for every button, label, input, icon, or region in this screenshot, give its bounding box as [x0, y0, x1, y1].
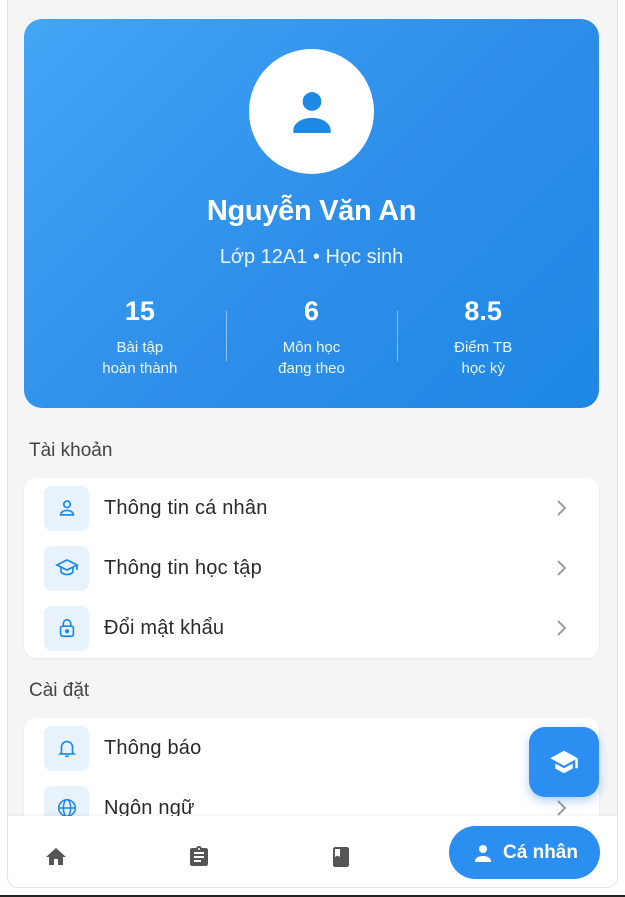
user-class-role: Lớp 12A1 • Học sinh: [219, 246, 404, 268]
menu-item-label: Thông tin cá nhân: [104, 496, 268, 519]
account-menu: Thông tin cá nhân Thông tin học tập Đổi …: [24, 478, 599, 658]
nav-library-button[interactable]: [325, 841, 357, 873]
school-icon: [550, 750, 578, 774]
menu-item-label: Thông báo: [104, 736, 202, 759]
stats-row: 15 Bài tập hoàn thành 6 Môn học đang the…: [54, 295, 569, 379]
menu-item-personal-info[interactable]: Thông tin cá nhân: [24, 478, 599, 538]
settings-menu: Thông báo Ngôn ngữ: [24, 718, 599, 817]
profile-header-card: Nguyễn Văn An Lớp 12A1 • Học sinh 15 Bài…: [24, 19, 599, 408]
user-name: Nguyễn Văn An: [206, 195, 417, 227]
stat-label: Môn học đang theo: [278, 339, 345, 377]
globe-icon: [44, 785, 89, 817]
lock-icon: [44, 605, 89, 651]
menu-item-study-info[interactable]: Thông tin học tập: [24, 538, 599, 598]
school-outline-icon: [44, 545, 89, 591]
menu-item-language[interactable]: Ngôn ngữ: [24, 778, 599, 817]
avatar[interactable]: [249, 49, 374, 174]
section-title-settings: Cài đặt: [29, 680, 90, 701]
school-fab-button[interactable]: [529, 727, 599, 797]
stat-label: Bài tập hoàn thành: [102, 339, 178, 377]
chevron-right-icon: [557, 800, 567, 816]
section-title-account: Tài khoản: [29, 440, 113, 461]
menu-item-label: Thông tin học tập: [104, 556, 262, 579]
stat-subjects: 6 Môn học đang theo: [225, 295, 398, 379]
bottom-navigation: Cá nhân: [8, 816, 617, 887]
person-outline-icon: [44, 485, 89, 531]
stat-label: Điểm TB học kỳ: [454, 339, 513, 377]
chevron-right-icon: [557, 620, 567, 636]
profile-scroll-area[interactable]: Nguyễn Văn An Lớp 12A1 • Học sinh 15 Bài…: [8, 0, 617, 817]
stat-average-score: 8.5 Điểm TB học kỳ: [397, 295, 569, 379]
nav-profile-button[interactable]: Cá nhân: [449, 826, 600, 879]
menu-item-label: Đổi mật khẩu: [104, 616, 225, 639]
chevron-right-icon: [557, 560, 567, 576]
menu-item-change-password[interactable]: Đổi mật khẩu: [24, 598, 599, 658]
nav-assignments-button[interactable]: [183, 841, 215, 873]
nav-profile-label: Cá nhân: [503, 841, 578, 863]
menu-item-notifications[interactable]: Thông báo: [24, 718, 599, 778]
app-screen: Nguyễn Văn An Lớp 12A1 • Học sinh 15 Bài…: [8, 0, 617, 887]
home-icon: [46, 848, 66, 865]
stat-value: 15: [124, 296, 155, 326]
stat-value: 6: [303, 296, 320, 326]
book-icon: [333, 847, 349, 867]
person-icon: [292, 91, 331, 133]
chevron-right-icon: [557, 500, 567, 516]
clipboard-icon: [190, 846, 208, 866]
stat-completed-assignments: 15 Bài tập hoàn thành: [54, 295, 226, 379]
bell-icon: [44, 725, 89, 771]
nav-home-button[interactable]: [40, 841, 72, 873]
menu-item-label: Ngôn ngữ: [104, 796, 195, 818]
stat-value: 8.5: [464, 296, 502, 326]
person-icon: [475, 844, 492, 862]
